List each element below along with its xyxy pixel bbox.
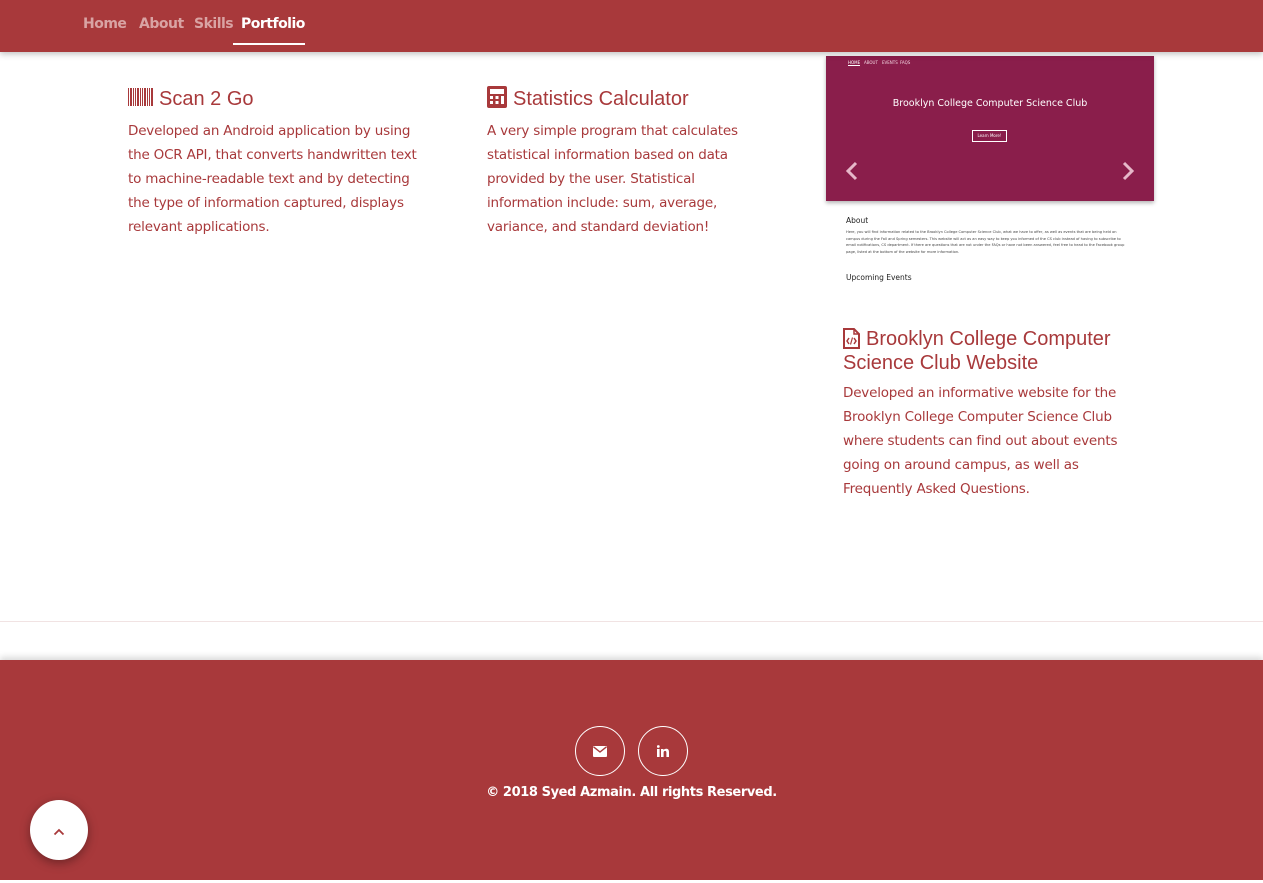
project-title-scan2go: Scan 2 Go [128,88,254,110]
nav-portfolio[interactable]: Portfolio [241,16,305,32]
nav-skills[interactable]: Skills [194,16,234,32]
calculator-icon [487,86,507,112]
project-title-text: Brooklyn College Computer Science Club W… [843,328,1111,374]
preview-events-heading: Upcoming Events [846,273,912,282]
section-divider [0,621,1263,622]
preview-about-text: Here, you will find information related … [846,230,1125,254]
project-description: A very simple program that calculates st… [487,123,738,235]
copyright-text: © 2018 Syed Azmain. All rights Reserved. [486,785,777,800]
linkedin-button[interactable] [638,726,688,776]
carousel-next-icon[interactable] [1121,159,1137,183]
project-title-text: Scan 2 Go [159,88,254,110]
preview-title: Brooklyn College Computer Science Club [892,98,1088,109]
email-button[interactable] [575,726,625,776]
project-title-statistics-calculator: Statistics Calculator [487,86,689,112]
carousel-prev-icon[interactable] [843,159,859,183]
back-to-top-button[interactable] [30,800,88,860]
preview-nav-item: FAQS [900,60,911,65]
nav-about[interactable]: About [139,16,184,32]
navbar: Home About Skills Portfolio [0,0,1263,52]
footer: © 2018 Syed Azmain. All rights Reserved. [0,660,1263,880]
project-description: Developed an informative website for the… [843,385,1118,497]
project-title-bc-cs-club: Brooklyn College Computer Science Club W… [843,328,1143,374]
file-code-icon [843,328,860,353]
preview-nav-item: EVENTS [882,60,898,65]
project-screenshot-carousel: HOME ABOUT EVENTS FAQS Brooklyn College … [826,56,1154,286]
nav-home[interactable]: Home [83,16,127,32]
preview-nav-item: HOME [848,60,861,66]
preview-nav-item: ABOUT [864,60,878,65]
preview-about-heading: About [846,216,869,225]
active-nav-indicator [233,43,305,45]
chevron-up-icon [53,821,65,840]
project-title-text: Statistics Calculator [513,88,689,110]
linkedin-icon [656,742,669,761]
preview-learn-more-button: Learn More! [972,130,1007,142]
barcode-icon [128,88,153,110]
preview-banner: HOME ABOUT EVENTS FAQS Brooklyn College … [826,56,1154,201]
project-description: Developed an Android application by usin… [128,123,417,235]
envelope-icon [593,742,607,761]
